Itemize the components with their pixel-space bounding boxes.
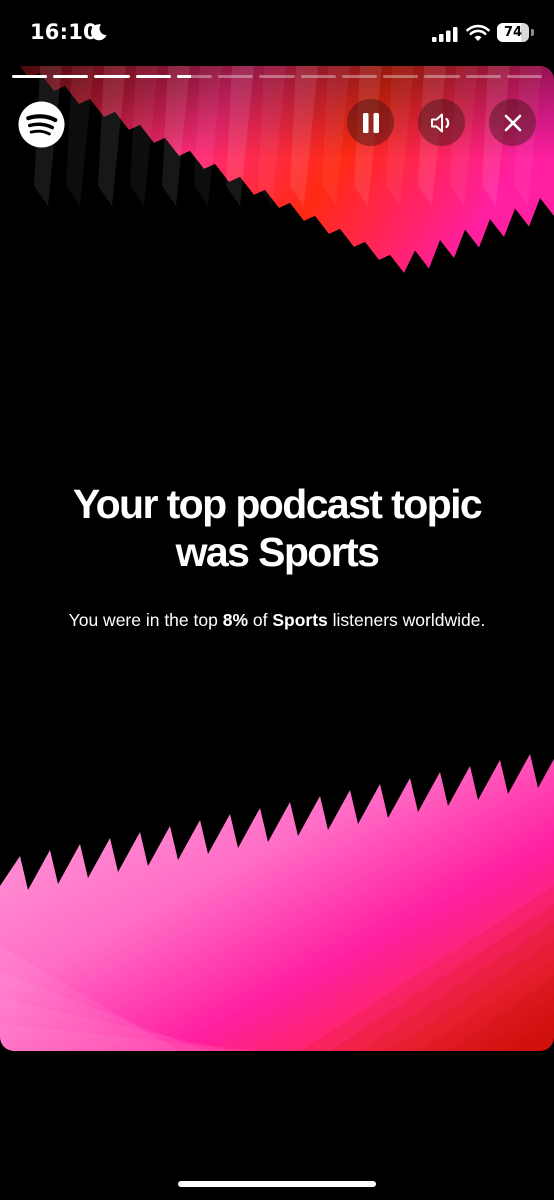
headline-line-1: Your top podcast topic (72, 481, 483, 527)
progress-segment (383, 75, 419, 78)
headline-line-2: was Sports (175, 529, 380, 575)
progress-segment (218, 75, 254, 78)
story-progress-bar (12, 75, 543, 79)
progress-segment (176, 75, 213, 78)
close-icon (504, 114, 521, 131)
wrapped-story-card[interactable]: Your top podcast topic was Sports You we… (0, 66, 554, 1051)
progress-segment (506, 75, 543, 78)
wifi-icon (466, 24, 490, 41)
progress-segment (94, 75, 130, 78)
progress-segment (12, 75, 48, 78)
close-button[interactable] (489, 99, 536, 146)
cellular-signal-icon (432, 27, 458, 42)
subtitle-prefix: You were in the top (68, 610, 223, 630)
top-percent: 8% (222, 610, 249, 630)
subtitle-middle: of (248, 610, 273, 630)
battery-indicator: 74 (497, 23, 529, 42)
topic-name: Sports (272, 610, 328, 630)
progress-segment (259, 75, 295, 78)
status-time: 16:10 (30, 20, 98, 44)
battery-tip (531, 29, 534, 36)
pause-icon (362, 112, 379, 133)
progress-segment (341, 75, 378, 78)
progress-segment (424, 75, 460, 78)
home-indicator[interactable] (178, 1181, 376, 1187)
sound-button[interactable] (418, 99, 465, 146)
speaker-icon (430, 113, 449, 132)
story-headline: Your top podcast topic was Sports (20, 480, 534, 576)
progress-segment (135, 75, 171, 78)
progress-segment (465, 75, 501, 78)
moon-icon (90, 24, 107, 41)
subtitle-suffix: listeners worldwide. (327, 610, 486, 630)
battery-level-text: 74 (503, 25, 523, 40)
story-subtitle: You were in the top 8% of Sports listene… (0, 607, 554, 633)
pause-button[interactable] (347, 99, 394, 146)
status-bar: 16:10 74 (0, 0, 554, 66)
progress-segment (300, 75, 336, 78)
spotify-logo[interactable] (18, 101, 65, 148)
progress-segment (53, 75, 89, 78)
